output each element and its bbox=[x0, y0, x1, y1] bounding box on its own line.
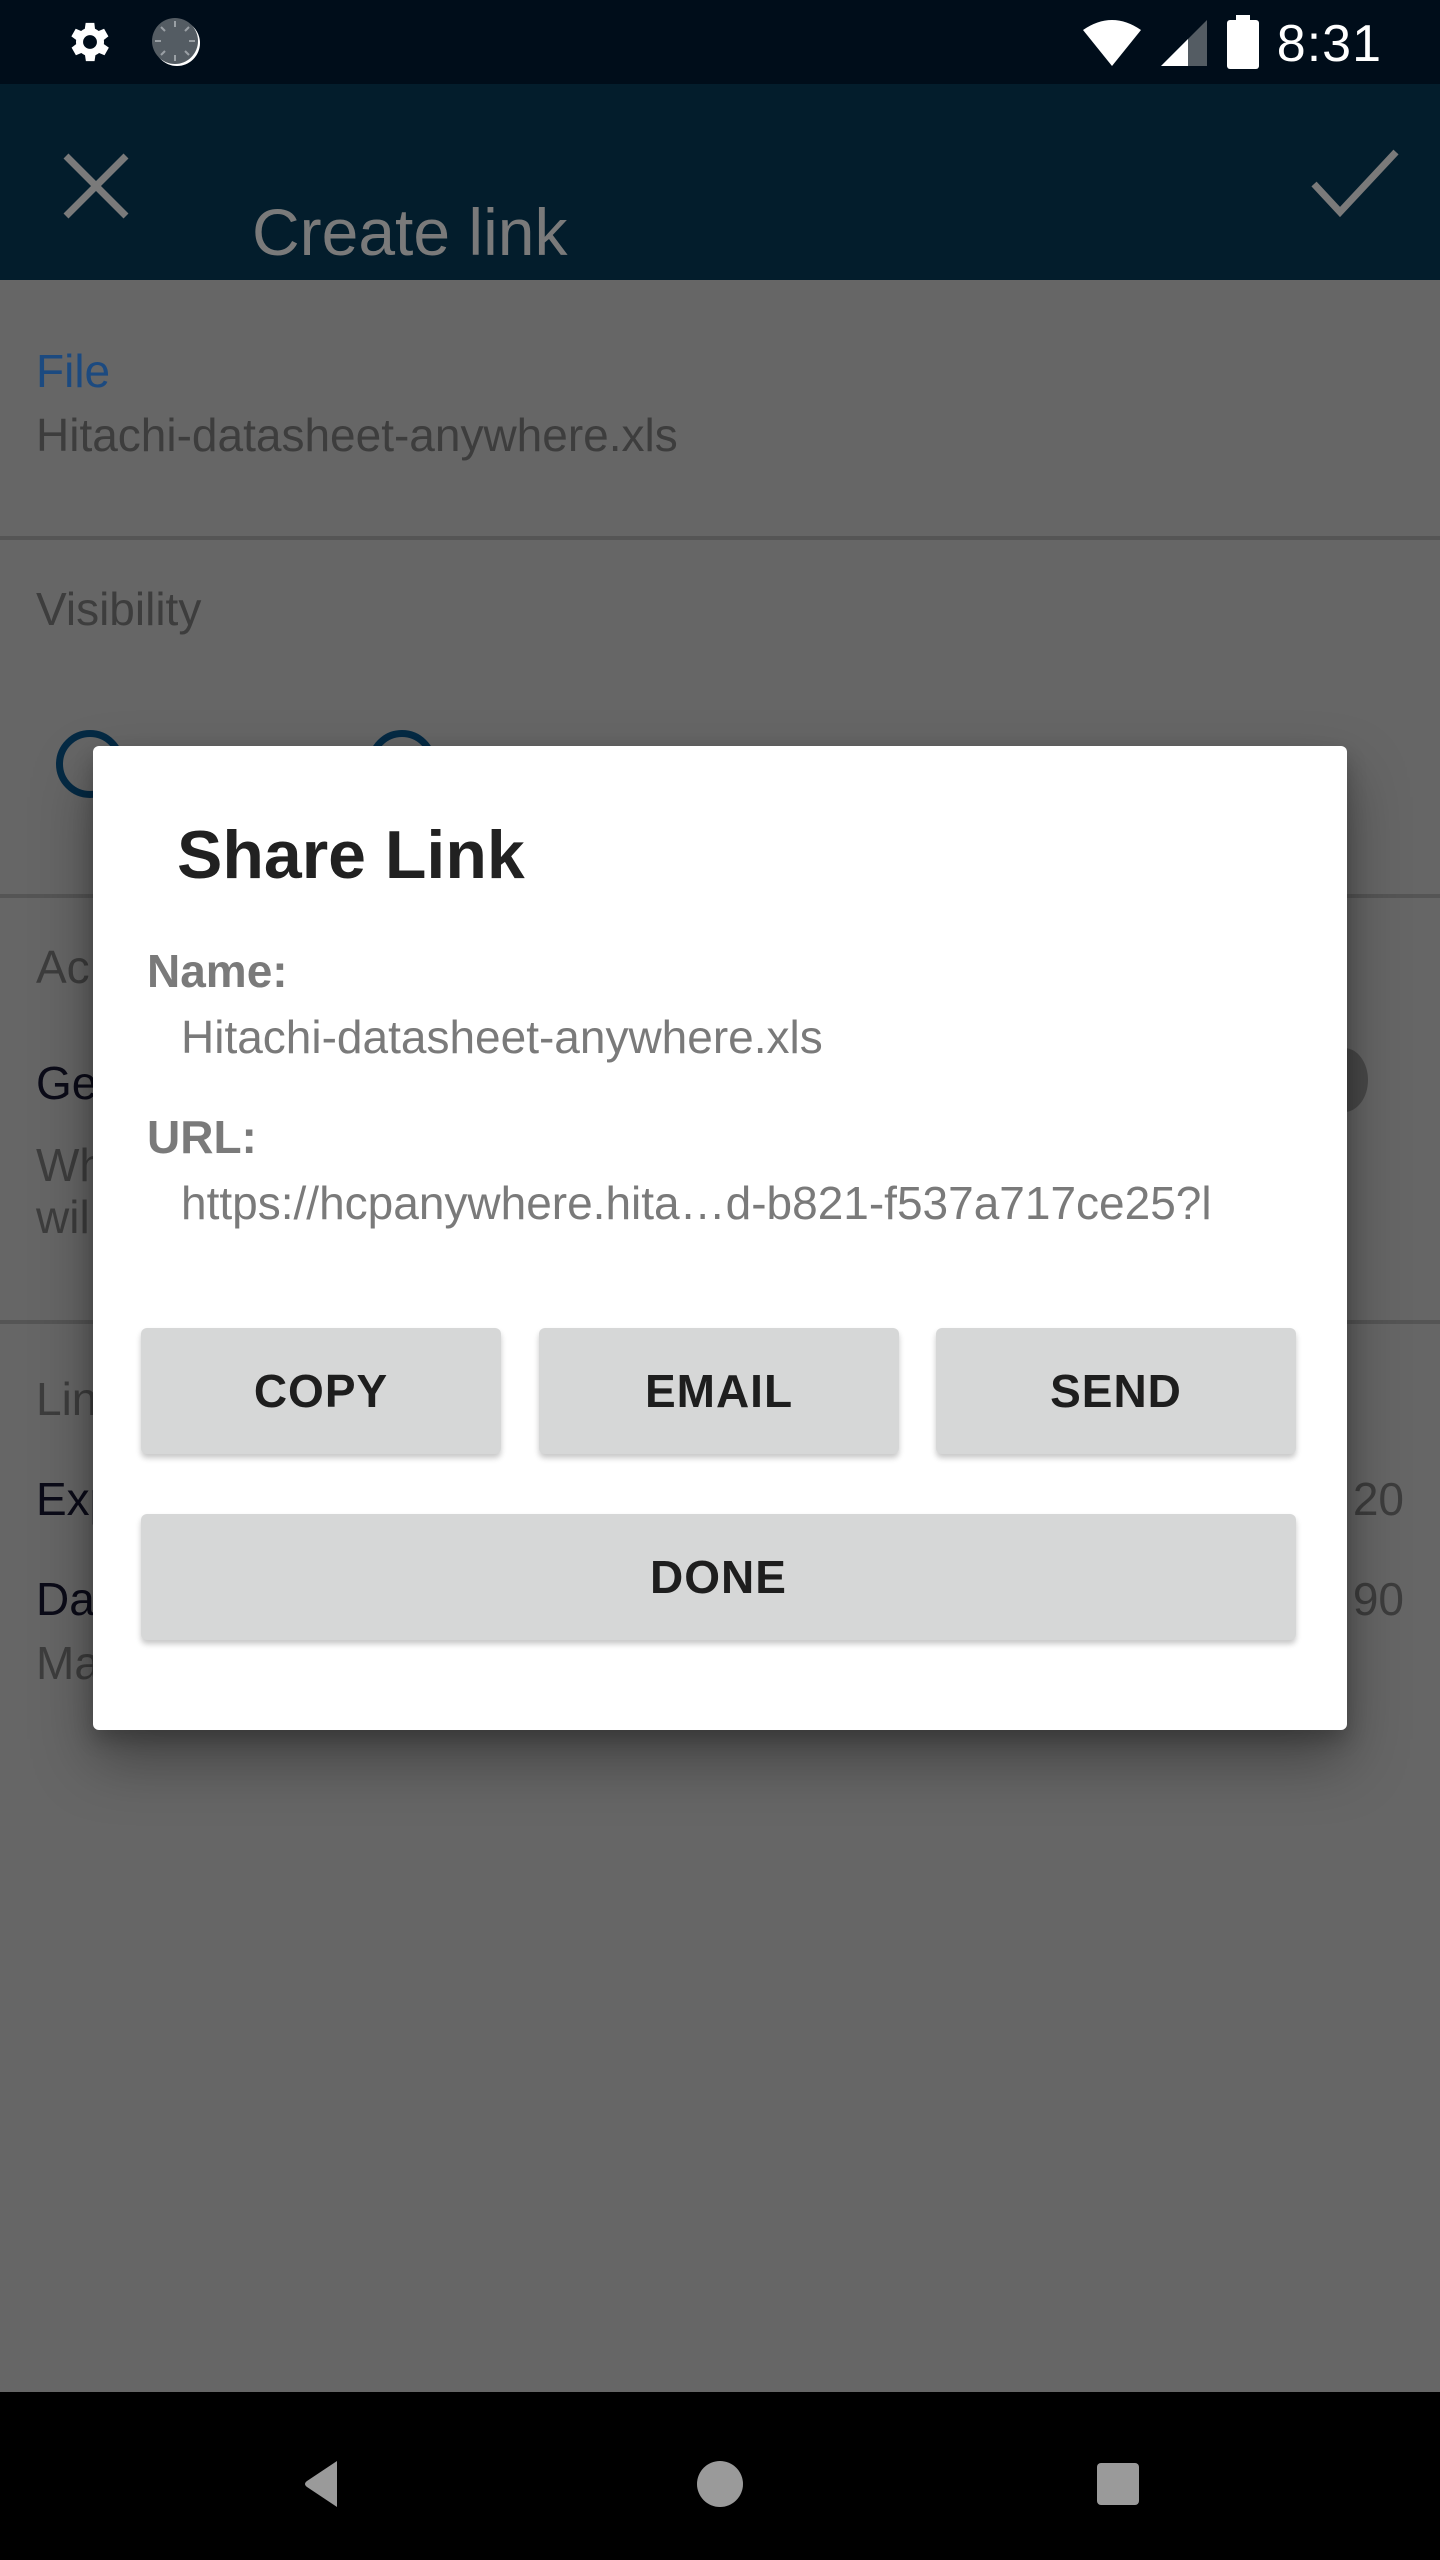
gear-icon bbox=[64, 16, 116, 73]
close-button[interactable] bbox=[60, 150, 132, 222]
battery-icon bbox=[1226, 14, 1259, 74]
days-description: Ma bbox=[36, 1637, 100, 1689]
back-icon bbox=[305, 2461, 337, 2507]
check-icon bbox=[1311, 149, 1399, 218]
days-value[interactable]: 90 bbox=[1353, 1572, 1404, 1626]
file-label: File bbox=[36, 345, 111, 397]
generate-label: Ge bbox=[36, 1057, 98, 1109]
expiry-value[interactable]: 20 bbox=[1353, 1472, 1404, 1526]
back-button[interactable] bbox=[282, 2444, 362, 2524]
screen: 8:31 Create link File Hitachi-datasheet-… bbox=[0, 0, 1440, 2560]
name-value: Hitachi-datasheet-anywhere.xls bbox=[181, 1011, 823, 1063]
confirm-button[interactable] bbox=[1310, 144, 1400, 224]
file-value: Hitachi-datasheet-anywhere.xls bbox=[36, 409, 678, 461]
home-icon bbox=[697, 2461, 743, 2507]
access-label: Ac bbox=[36, 941, 90, 993]
limits-label: Lin bbox=[36, 1373, 98, 1425]
url-value[interactable]: https://hcpanywhere.hita…d-b821-f537a717… bbox=[181, 1176, 1212, 1230]
url-label: URL: bbox=[147, 1111, 257, 1163]
send-button[interactable]: SEND bbox=[936, 1328, 1296, 1454]
generate-description-line-2: wil bbox=[36, 1191, 90, 1243]
email-button[interactable]: EMAIL bbox=[539, 1328, 899, 1454]
divider bbox=[0, 536, 1440, 540]
copy-button[interactable]: COPY bbox=[141, 1328, 501, 1454]
done-button[interactable]: DONE bbox=[141, 1514, 1296, 1640]
clock: 8:31 bbox=[1276, 15, 1382, 73]
status-bar: 8:31 bbox=[0, 0, 1440, 84]
signal-icon bbox=[1160, 16, 1209, 73]
share-link-dialog: Share Link Name: Hitachi-datasheet-anywh… bbox=[93, 746, 1347, 1730]
close-icon bbox=[63, 153, 129, 219]
home-button[interactable] bbox=[680, 2444, 760, 2524]
visibility-label: Visibility bbox=[36, 583, 202, 635]
page-title: Create link bbox=[252, 195, 568, 269]
recents-icon bbox=[1097, 2463, 1139, 2505]
app-bar: Create link bbox=[0, 84, 1440, 280]
name-label: Name: bbox=[147, 945, 288, 997]
dialog-title: Share Link bbox=[177, 817, 525, 893]
sync-icon bbox=[150, 16, 202, 73]
days-label: Da bbox=[36, 1573, 95, 1625]
recents-button[interactable] bbox=[1078, 2444, 1158, 2524]
wifi-icon bbox=[1081, 16, 1143, 73]
navigation-bar bbox=[0, 2392, 1440, 2560]
